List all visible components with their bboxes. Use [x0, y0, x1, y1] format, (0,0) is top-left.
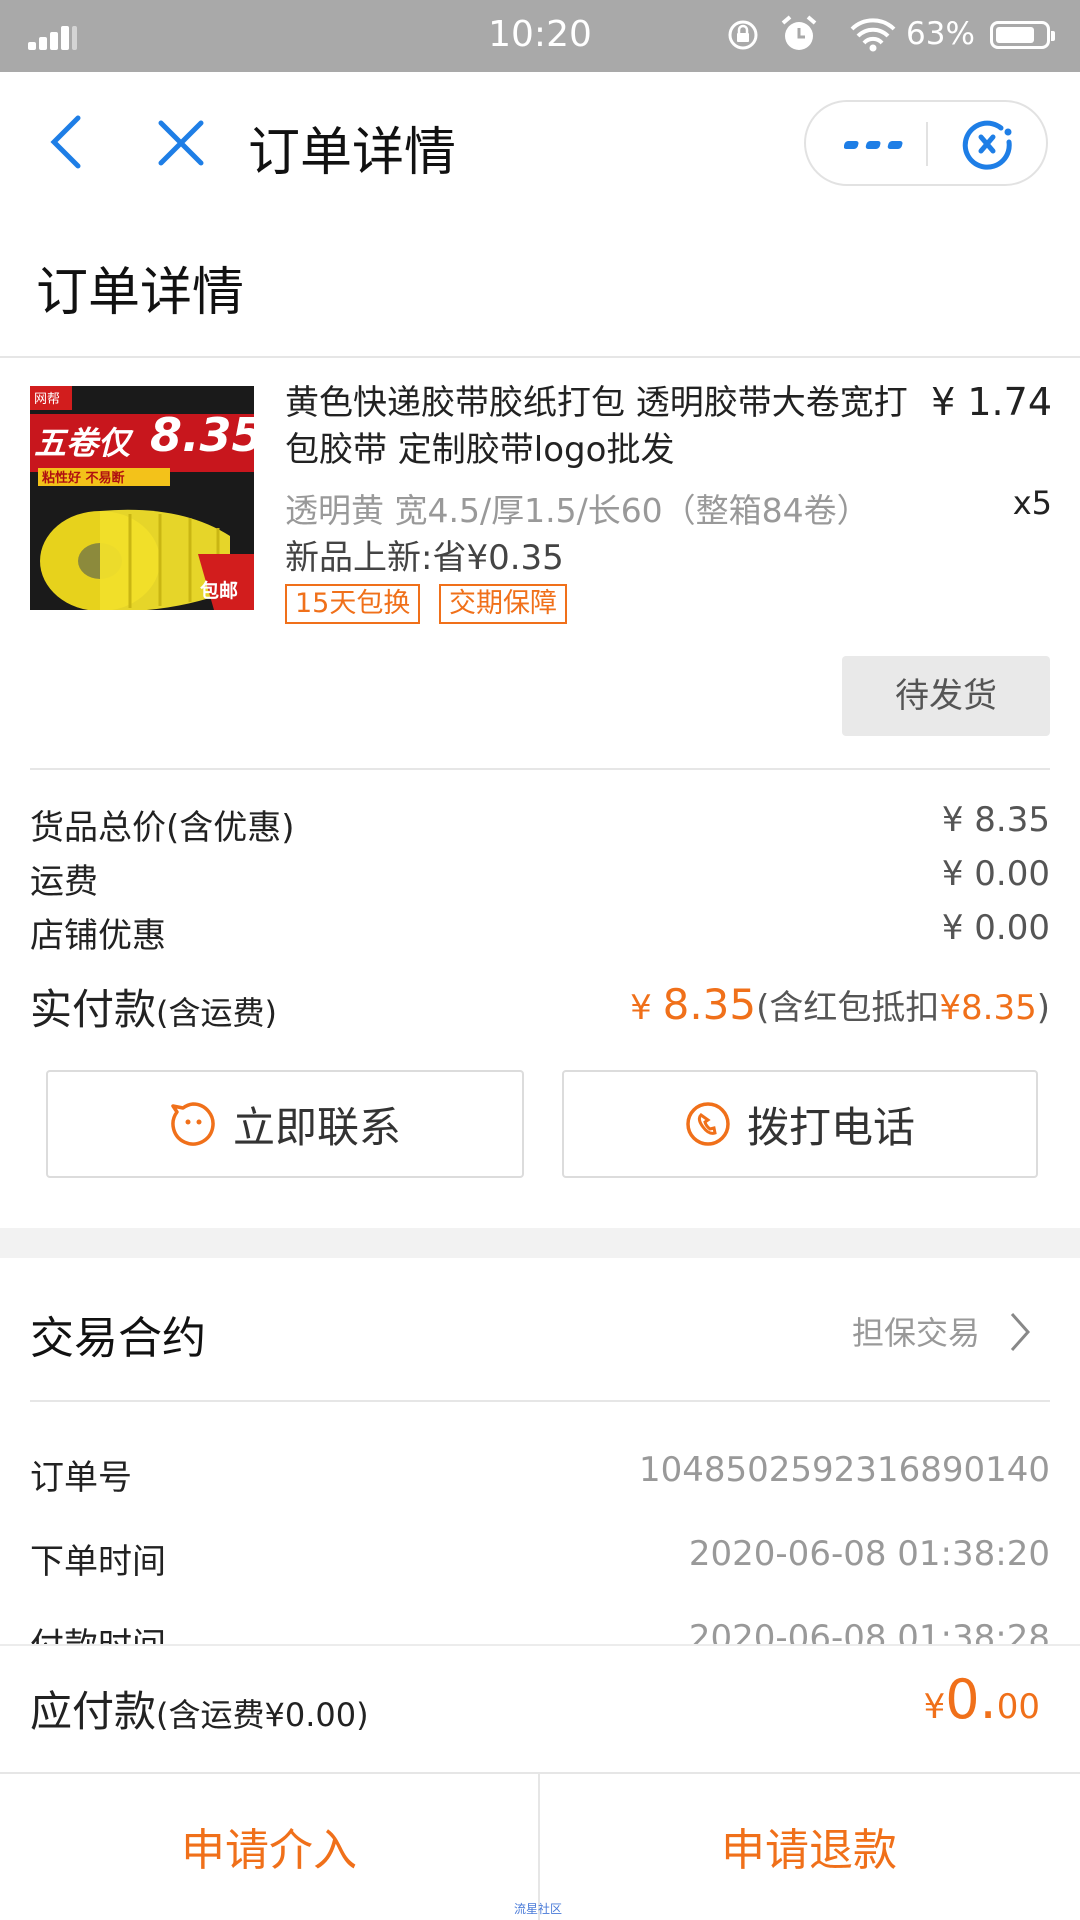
wifi-icon — [850, 18, 896, 52]
image-headline: 五卷仅 — [34, 424, 131, 462]
order-time-label: 下单时间 — [30, 1542, 166, 1582]
product-spec: 透明黄 宽4.5/厚1.5/长60（整箱84卷） — [285, 491, 870, 530]
shop-discount-label: 店铺优惠 — [30, 916, 166, 956]
order-status-button[interactable]: 待发货 — [842, 656, 1050, 736]
more-icon[interactable] — [844, 138, 906, 152]
apply-refund-button[interactable]: 申请退款 — [540, 1772, 1078, 1920]
image-badge: 网帮 — [34, 392, 61, 407]
paid-label: 实付款(含运费) — [30, 985, 277, 1034]
paid-value: ¥ 8.35(含红包抵扣¥8.35) — [630, 980, 1050, 1029]
order-number-label: 订单号 — [30, 1458, 132, 1498]
chevron-right-icon[interactable] — [1008, 1310, 1032, 1354]
section-gap — [0, 1228, 1080, 1258]
product-quantity: x5 — [1012, 484, 1052, 522]
page-heading: 订单详情 — [36, 263, 245, 323]
shop-discount-value: ¥ 0.00 — [941, 908, 1050, 948]
watermark: 流星社区 — [514, 1902, 563, 1916]
product-price: ¥ 1.74 — [931, 380, 1052, 424]
apply-intervention-button[interactable]: 申请介入 — [0, 1772, 538, 1920]
product-image[interactable]: 网帮 五卷仅 8.35 粘性好 不易断 包邮 — [30, 386, 254, 610]
divider — [0, 356, 1080, 358]
rotation-lock-icon — [728, 20, 758, 50]
image-slogan: 粘性好 不易断 — [42, 471, 125, 486]
alarm-icon — [781, 15, 817, 50]
chat-icon — [171, 1102, 215, 1146]
exit-mini-program-icon[interactable] — [961, 120, 1017, 170]
contact-seller-button[interactable]: 立即联系 — [46, 1070, 524, 1178]
divider — [30, 1400, 1050, 1402]
tag-exchange: 15天包换 — [285, 584, 421, 624]
mini-program-capsule — [804, 100, 1048, 186]
image-price: 8.35 — [150, 408, 254, 462]
shipping-value: ¥ 0.00 — [941, 854, 1050, 894]
battery-icon — [990, 21, 1055, 49]
goods-total-label: 货品总价(含优惠) — [30, 808, 295, 848]
image-corner: 包邮 — [200, 580, 239, 602]
status-bar: 10:20 63% — [0, 0, 1080, 72]
phone-icon — [686, 1102, 730, 1146]
tag-delivery-guarantee: 交期保障 — [439, 584, 567, 624]
battery-percent: 63% — [906, 16, 975, 52]
nav-title: 订单详情 — [248, 123, 457, 183]
product-promo: 新品上新:省¥0.35 — [285, 538, 564, 578]
contract-value[interactable]: 担保交易 — [852, 1308, 980, 1354]
close-icon[interactable] — [156, 118, 206, 168]
call-phone-button[interactable]: 拨打电话 — [562, 1070, 1038, 1178]
back-icon[interactable] — [46, 114, 86, 170]
order-number-value: 104850259231689014​0 — [638, 1450, 1050, 1490]
goods-total-value: ¥ 8.35 — [941, 800, 1050, 840]
divider — [30, 768, 1050, 770]
contract-label: 交易合约 — [30, 1313, 206, 1364]
shipping-label: 运费 — [30, 862, 98, 902]
product-title[interactable]: 黄色快递胶带胶纸打包 透明胶带大卷宽打包胶带 定制胶带logo批发 — [285, 380, 925, 474]
amount-due-label: 应付款(含运费¥0.00) — [30, 1687, 369, 1736]
amount-due-value: ¥0.00 — [923, 1668, 1040, 1731]
order-time-value: 2020-06-08 01:38:20 — [688, 1534, 1050, 1574]
